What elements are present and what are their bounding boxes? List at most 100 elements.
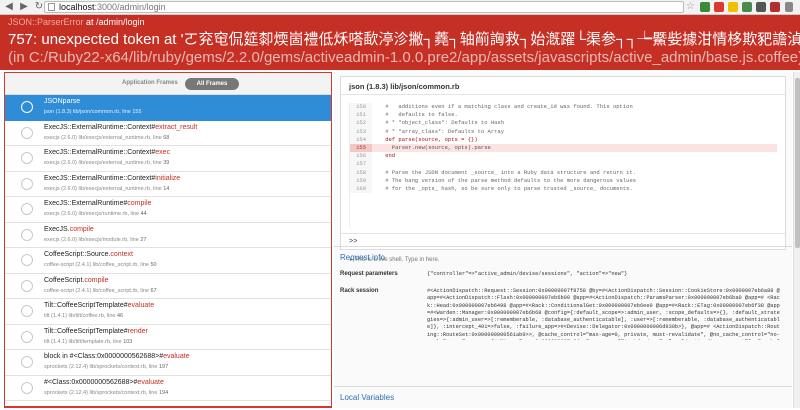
frame-file: execjs (2.6.0) lib/execjs/module.rb xyxy=(44,236,128,243)
request-info-section: Request info xyxy=(334,246,792,268)
line-number: 159 xyxy=(350,176,372,185)
frame-item[interactable]: ExecJS.compile execjs (2.6.0) lib/execjs/… xyxy=(5,222,331,248)
frame-context: CoffeeScript::Source. xyxy=(44,251,111,258)
extension-icon[interactable] xyxy=(742,2,752,12)
frames-list: JSONparse json (1.8.3) lib/json/common.rb… xyxy=(5,95,331,401)
frame-file: json (1.8.3) lib/json/common.rb xyxy=(44,109,120,115)
frame-line: 103 xyxy=(123,338,133,345)
forward-icon[interactable]: ▶ xyxy=(18,1,30,13)
frame-name: ExecJS::ExternalRuntime::Context#initial… xyxy=(44,175,180,182)
frame-name: JSONparse xyxy=(44,98,80,105)
frame-file: coffee-script (2.4.1) lib/coffee_script.… xyxy=(44,262,138,268)
code-line: 156 end xyxy=(350,152,777,161)
frame-method: context xyxy=(110,251,133,258)
frame-file: execjs (2.6.0) lib/execjs/external_runti… xyxy=(44,185,151,192)
rack-session-label: Rack session xyxy=(340,288,379,294)
code-line: 154 def parse(source, opts = {}) xyxy=(350,135,777,144)
frame-name: ExecJS.compile xyxy=(44,226,94,233)
frame-context: ExecJS::ExternalRuntime::Context# xyxy=(44,174,156,182)
frame-location: execjs (2.6.0) lib/execjs/external_runti… xyxy=(44,185,170,192)
all-frames-filter[interactable]: All Frames xyxy=(185,78,239,90)
code-text: # Parse the JSON document _source_ into … xyxy=(372,168,637,176)
error-path: (in C:/Ruby22-x64/lib/ruby/gems/2.2.0/ge… xyxy=(8,49,800,66)
request-info-title: Request info xyxy=(340,253,385,262)
frame-line: 39 xyxy=(163,160,170,166)
code-line: 157 xyxy=(350,160,777,169)
frame-bullet-icon xyxy=(21,381,33,394)
source-file-name: json (1.8.3) lib/json/common.rb xyxy=(341,77,785,95)
back-icon[interactable]: ◀ xyxy=(3,1,15,13)
frame-method: evaluate xyxy=(163,353,190,360)
application-frames-filter[interactable]: Application Frames xyxy=(122,80,178,86)
frame-name: CoffeeScript::Source.context xyxy=(44,251,133,258)
frame-line: 155 xyxy=(132,109,142,115)
request-params-label: Request parameters xyxy=(340,271,398,277)
frame-location: tilt (1.4.1) lib/tilt/coffee.rb, line 46 xyxy=(44,313,124,319)
menu-icon[interactable] xyxy=(785,2,793,12)
line-number: 153 xyxy=(350,127,372,136)
frame-line: 27 xyxy=(140,236,147,243)
frame-method: compile xyxy=(127,200,152,207)
frame-item[interactable]: #<Class:0x0000000562688>#evaluate sprocke… xyxy=(5,375,331,401)
frame-item[interactable]: ExecJS::ExternalRuntime::Context#extract… xyxy=(5,120,331,146)
frame-line: 44 xyxy=(140,211,147,217)
page-scrollbar-thumb[interactable] xyxy=(795,78,800,248)
frame-item[interactable]: JSONparse json (1.8.3) lib/json/common.rb… xyxy=(5,95,331,121)
code-text: def parse(source, opts = {}) xyxy=(372,135,478,143)
line-number: 158 xyxy=(350,168,372,177)
frame-item[interactable]: ExecJS::ExternalRuntime#compile execjs (2… xyxy=(5,197,331,223)
error-type: JSON::ParserError xyxy=(8,17,84,27)
frame-line: 194 xyxy=(158,389,169,396)
code-text: # The bang version of the parse method d… xyxy=(372,176,637,184)
frame-line: 67 xyxy=(150,287,157,294)
frame-item[interactable]: CoffeeScript.compile coffee-script (2.4.1… xyxy=(5,273,331,299)
code-line: 160 # for the _opts_ hash, so be sure on… xyxy=(350,184,777,194)
frame-context: ExecJS. xyxy=(44,225,70,233)
local-variables-title: Local Variables xyxy=(340,393,395,402)
frame-method: parse xyxy=(62,98,81,105)
frame-item[interactable]: block in #<Class:0x0000000562688>#evalua… xyxy=(5,350,331,376)
frame-line-prefix: line xyxy=(140,262,149,268)
frame-item[interactable]: Tilt::CoffeeScriptTemplate#evaluate tilt … xyxy=(5,299,331,325)
page-icon xyxy=(48,3,55,11)
frame-line-prefix: line xyxy=(113,338,122,345)
frame-line: 68 xyxy=(163,134,170,141)
frame-method: evaluate xyxy=(127,302,155,309)
address-bar[interactable]: localhost:3000/admin/login xyxy=(44,1,684,13)
frame-bullet-icon xyxy=(21,177,33,190)
frame-context: #<Class:0x0000000562688># xyxy=(44,378,138,386)
frame-file: execjs (2.6.0) lib/execjs/external_runti… xyxy=(44,160,151,166)
code-text: # for the _opts_ hash, so be sure only t… xyxy=(372,184,633,192)
code-text: # * *array_class*: Defaults to Array xyxy=(372,127,505,135)
code-text: Parser.new(source, opts).parse xyxy=(372,143,491,151)
gmail-icon[interactable] xyxy=(714,2,724,12)
code-line: 159 # The bang version of the parse meth… xyxy=(350,176,777,185)
frame-file: tilt (1.4.1) lib/tilt/template.rb xyxy=(44,338,111,345)
local-variables-section: Local Variables xyxy=(334,386,792,408)
extension-icon[interactable] xyxy=(756,2,766,12)
line-number: 152 xyxy=(350,119,372,128)
line-number: 154 xyxy=(350,135,372,144)
frame-line-prefix: line xyxy=(153,160,162,166)
frame-item[interactable]: CoffeeScript::Source.contextcoffee-scrip… xyxy=(5,248,331,274)
request-params-value: {"controller"=>"active_admin/devise/sess… xyxy=(427,271,628,277)
frame-location: execjs (2.6.0) lib/execjs/external_runti… xyxy=(44,134,170,141)
bookmark-star-icon[interactable]: ☆ xyxy=(686,1,695,12)
code-text: # defaults to false. xyxy=(372,111,458,119)
extension-icon[interactable] xyxy=(700,2,710,12)
frame-location: json (1.8.3) lib/json/common.rb, line 15… xyxy=(44,109,142,115)
frame-line: 50 xyxy=(150,262,157,268)
frame-line: 46 xyxy=(116,313,124,319)
frame-item[interactable]: ExecJS::ExternalRuntime::Context#exec exe… xyxy=(5,146,331,172)
frame-file: execjs (2.6.0) lib/execjs/runtime.rb xyxy=(44,211,128,217)
page-scrollbar[interactable] xyxy=(793,72,800,408)
extension-icon[interactable] xyxy=(770,2,780,12)
line-number: 151 xyxy=(350,111,372,120)
frame-method: compile xyxy=(84,276,109,284)
code-line: 151 # defaults to false. xyxy=(350,111,777,120)
extension-icon[interactable] xyxy=(728,2,738,12)
frame-location: coffee-script (2.4.1) lib/coffee_script.… xyxy=(44,287,157,294)
frame-item[interactable]: ExecJS::ExternalRuntime::Context#initial… xyxy=(5,171,331,197)
frame-item[interactable]: Tilt::CoffeeScriptTemplate#render tilt (1… xyxy=(5,324,331,350)
frame-method: extract_result xyxy=(155,123,198,131)
